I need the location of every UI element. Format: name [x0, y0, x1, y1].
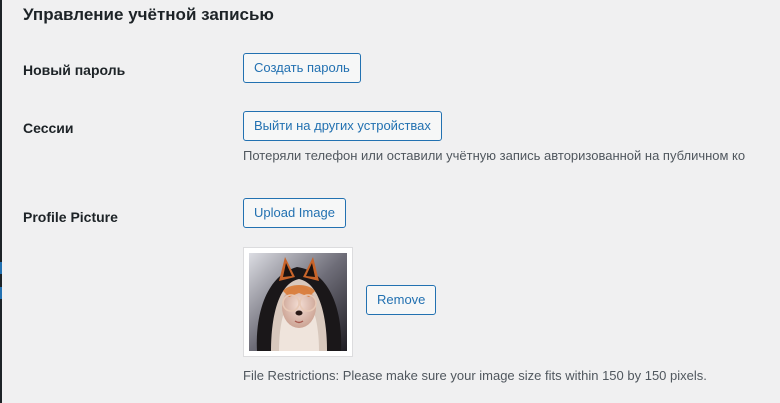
avatar [243, 247, 353, 357]
edge-marker [0, 287, 2, 299]
sessions-label: Сессии [23, 120, 74, 136]
left-edge-border [0, 0, 2, 403]
file-restrictions-text: File Restrictions: Please make sure your… [243, 368, 707, 383]
profile-photo-image [249, 253, 347, 351]
new-password-label: Новый пароль [23, 62, 126, 78]
sessions-description: Потеряли телефон или оставили учётную за… [243, 148, 746, 163]
remove-image-button[interactable]: Remove [366, 285, 437, 315]
edge-marker [0, 262, 2, 274]
logout-other-devices-button[interactable]: Выйти на других устройствах [243, 111, 442, 141]
generate-password-button[interactable]: Создать пароль [243, 53, 361, 83]
section-title: Управление учётной записью [23, 5, 274, 24]
account-management-page: Управление учётной записью Новый пароль … [0, 0, 780, 403]
profile-picture-label: Profile Picture [23, 209, 118, 225]
upload-image-button[interactable]: Upload Image [243, 198, 346, 228]
